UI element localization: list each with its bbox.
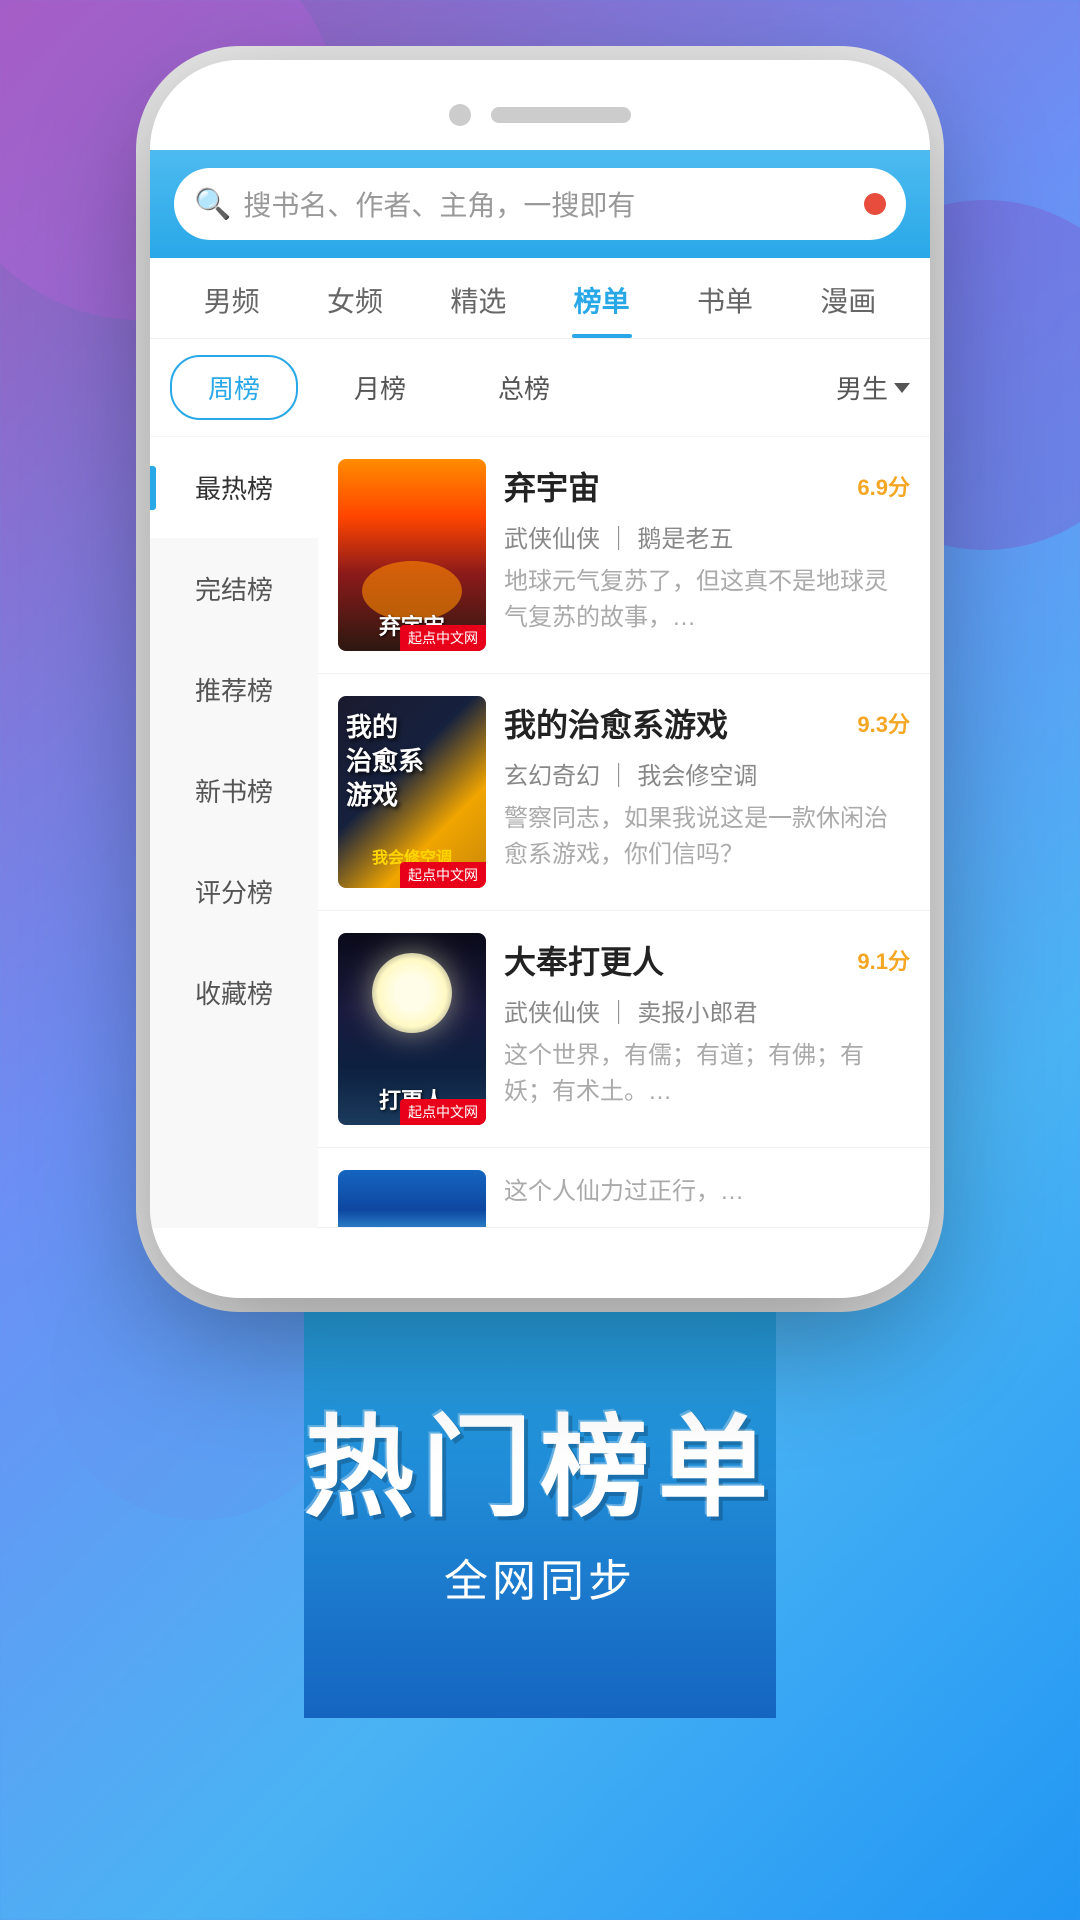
book-score-unit-3: 分 bbox=[888, 949, 910, 974]
book-title-2: 我的治愈系游戏 bbox=[504, 700, 728, 746]
book-item-2[interactable]: 我的治愈系游戏 我会修空调 起点中文网 我的治愈系游戏 9.3分 玄幻奇幻 bbox=[318, 674, 930, 911]
phone-camera bbox=[449, 104, 471, 126]
search-icon: 🔍 bbox=[194, 187, 231, 222]
book-tag1-1: 武侠仙侠 bbox=[504, 526, 600, 553]
book-title-3: 大奉打更人 bbox=[504, 937, 664, 983]
dropdown-arrow-icon bbox=[894, 383, 910, 393]
book-tag2-3: 卖报小郎君 bbox=[637, 1000, 757, 1027]
tag-separator-2: ｜ bbox=[607, 763, 638, 790]
sidebar-item-hottest[interactable]: 最热榜 bbox=[150, 437, 318, 538]
book-tag1-2: 玄幻奇幻 bbox=[504, 763, 600, 790]
main-layout: 最热榜 完结榜 推荐榜 新书榜 评分榜 收藏榜 弃宇宙 起点中文网 弃 bbox=[150, 437, 930, 1228]
cover-1-badge: 起点中文网 bbox=[400, 625, 486, 651]
filter-gender[interactable]: 男生 bbox=[836, 369, 910, 406]
phone-notch bbox=[150, 60, 930, 150]
book-item-4[interactable]: 这个人仙力过正行，… bbox=[318, 1148, 930, 1228]
book-score-unit-1: 分 bbox=[888, 475, 910, 500]
book-cover-2: 我的治愈系游戏 我会修空调 起点中文网 bbox=[338, 696, 486, 888]
book-tags-2: 玄幻奇幻 ｜ 我会修空调 bbox=[504, 756, 910, 791]
tab-female[interactable]: 女频 bbox=[293, 258, 416, 338]
filter-tabs: 周榜 月榜 总榜 男生 bbox=[150, 339, 930, 437]
tag-separator-3: ｜ bbox=[607, 1000, 638, 1027]
sidebar-item-newbooks[interactable]: 新书榜 bbox=[150, 740, 318, 841]
phone-bottom bbox=[150, 1228, 930, 1298]
tab-rankings[interactable]: 榜单 bbox=[540, 258, 663, 338]
cover-2-title: 我的治愈系游戏 bbox=[346, 711, 424, 812]
filter-monthly[interactable]: 月榜 bbox=[318, 357, 442, 418]
promo-title: 热门榜单 bbox=[304, 1408, 776, 1529]
search-bar-container: 🔍 搜书名、作者、主角，一搜即有 bbox=[150, 150, 930, 258]
book-title-row-3: 大奉打更人 9.1分 bbox=[504, 937, 910, 983]
book-list: 弃宇宙 起点中文网 弃宇宙 6.9分 武侠仙侠 ｜ bbox=[318, 437, 930, 1228]
book-score-value-2: 9.3 bbox=[857, 712, 888, 737]
tab-featured[interactable]: 精选 bbox=[417, 258, 540, 338]
filter-male-label: 男生 bbox=[836, 369, 888, 406]
bottom-promo-area: 热门榜单 全网同步 bbox=[304, 1298, 776, 1718]
book-info-3: 大奉打更人 9.1分 武侠仙侠 ｜ 卖报小郎君 这个世界，有儒；有道；有佛；有妖… bbox=[504, 933, 910, 1110]
filter-total[interactable]: 总榜 bbox=[462, 357, 586, 418]
sidebar: 最热榜 完结榜 推荐榜 新书榜 评分榜 收藏榜 bbox=[150, 437, 318, 1228]
tag-separator-1: ｜ bbox=[607, 526, 638, 553]
book-score-1: 6.9分 bbox=[857, 469, 910, 503]
book-title-row-1: 弃宇宙 6.9分 bbox=[504, 463, 910, 509]
filter-weekly[interactable]: 周榜 bbox=[170, 355, 298, 420]
book-cover-1: 弃宇宙 起点中文网 bbox=[338, 459, 486, 651]
phone-speaker bbox=[491, 107, 631, 123]
book-score-value-1: 6.9 bbox=[857, 475, 888, 500]
promo-subtitle: 全网同步 bbox=[444, 1545, 636, 1609]
cover-3-badge: 起点中文网 bbox=[400, 1099, 486, 1125]
book-desc-3: 这个世界，有儒；有道；有佛；有妖；有术土。… bbox=[504, 1038, 910, 1110]
book-title-1: 弃宇宙 bbox=[504, 463, 600, 509]
app-content: 🔍 搜书名、作者、主角，一搜即有 男频 女频 精选 榜单 书单 漫画 周榜 月榜… bbox=[150, 150, 930, 1228]
book-score-2: 9.3分 bbox=[857, 706, 910, 740]
search-placeholder: 搜书名、作者、主角，一搜即有 bbox=[243, 184, 852, 224]
book-desc-1: 地球元气复苏了，但这真不是地球灵气复苏的故事，… bbox=[504, 564, 910, 636]
book-tag1-3: 武侠仙侠 bbox=[504, 1000, 600, 1027]
sidebar-item-recommended[interactable]: 推荐榜 bbox=[150, 639, 318, 740]
book-info-2: 我的治愈系游戏 9.3分 玄幻奇幻 ｜ 我会修空调 警察同志，如果我说这是一款休… bbox=[504, 696, 910, 873]
sidebar-item-completed[interactable]: 完结榜 bbox=[150, 538, 318, 639]
book-title-row-2: 我的治愈系游戏 9.3分 bbox=[504, 700, 910, 746]
book-score-value-3: 9.1 bbox=[857, 949, 888, 974]
sidebar-item-scored[interactable]: 评分榜 bbox=[150, 841, 318, 942]
tab-male[interactable]: 男频 bbox=[170, 258, 293, 338]
book-score-unit-2: 分 bbox=[888, 712, 910, 737]
tab-booklist[interactable]: 书单 bbox=[663, 258, 786, 338]
book-cover-3: 打更人 起点中文网 bbox=[338, 933, 486, 1125]
search-bar[interactable]: 🔍 搜书名、作者、主角，一搜即有 bbox=[174, 168, 906, 240]
tab-comics[interactable]: 漫画 bbox=[787, 258, 910, 338]
book-desc-2: 警察同志，如果我说这是一款休闲治愈系游戏，你们信吗？ bbox=[504, 801, 910, 873]
book-tags-1: 武侠仙侠 ｜ 鹅是老五 bbox=[504, 519, 910, 554]
nav-tabs: 男频 女频 精选 榜单 书单 漫画 bbox=[150, 258, 930, 339]
book-info-4: 这个人仙力过正行，… bbox=[504, 1170, 910, 1210]
book-info-1: 弃宇宙 6.9分 武侠仙侠 ｜ 鹅是老五 地球元气复苏了，但这真不是地球灵气复苏… bbox=[504, 459, 910, 636]
cover-2-badge: 起点中文网 bbox=[400, 862, 486, 888]
book-tag2-1: 鹅是老五 bbox=[637, 526, 733, 553]
sidebar-item-favorites[interactable]: 收藏榜 bbox=[150, 942, 318, 1043]
book-tag2-2: 我会修空调 bbox=[637, 763, 757, 790]
cover-3-moon bbox=[372, 953, 452, 1033]
book-score-3: 9.1分 bbox=[857, 943, 910, 977]
book-cover-4 bbox=[338, 1170, 486, 1228]
book-item-3[interactable]: 打更人 起点中文网 大奉打更人 9.1分 武侠仙侠 ｜ bbox=[318, 911, 930, 1148]
search-dot-indicator bbox=[864, 193, 886, 215]
book-tags-3: 武侠仙侠 ｜ 卖报小郎君 bbox=[504, 993, 910, 1028]
phone-frame: 🔍 搜书名、作者、主角，一搜即有 男频 女频 精选 榜单 书单 漫画 周榜 月榜… bbox=[150, 60, 930, 1298]
book-desc-4: 这个人仙力过正行，… bbox=[504, 1174, 910, 1210]
book-item-1[interactable]: 弃宇宙 起点中文网 弃宇宙 6.9分 武侠仙侠 ｜ bbox=[318, 437, 930, 674]
